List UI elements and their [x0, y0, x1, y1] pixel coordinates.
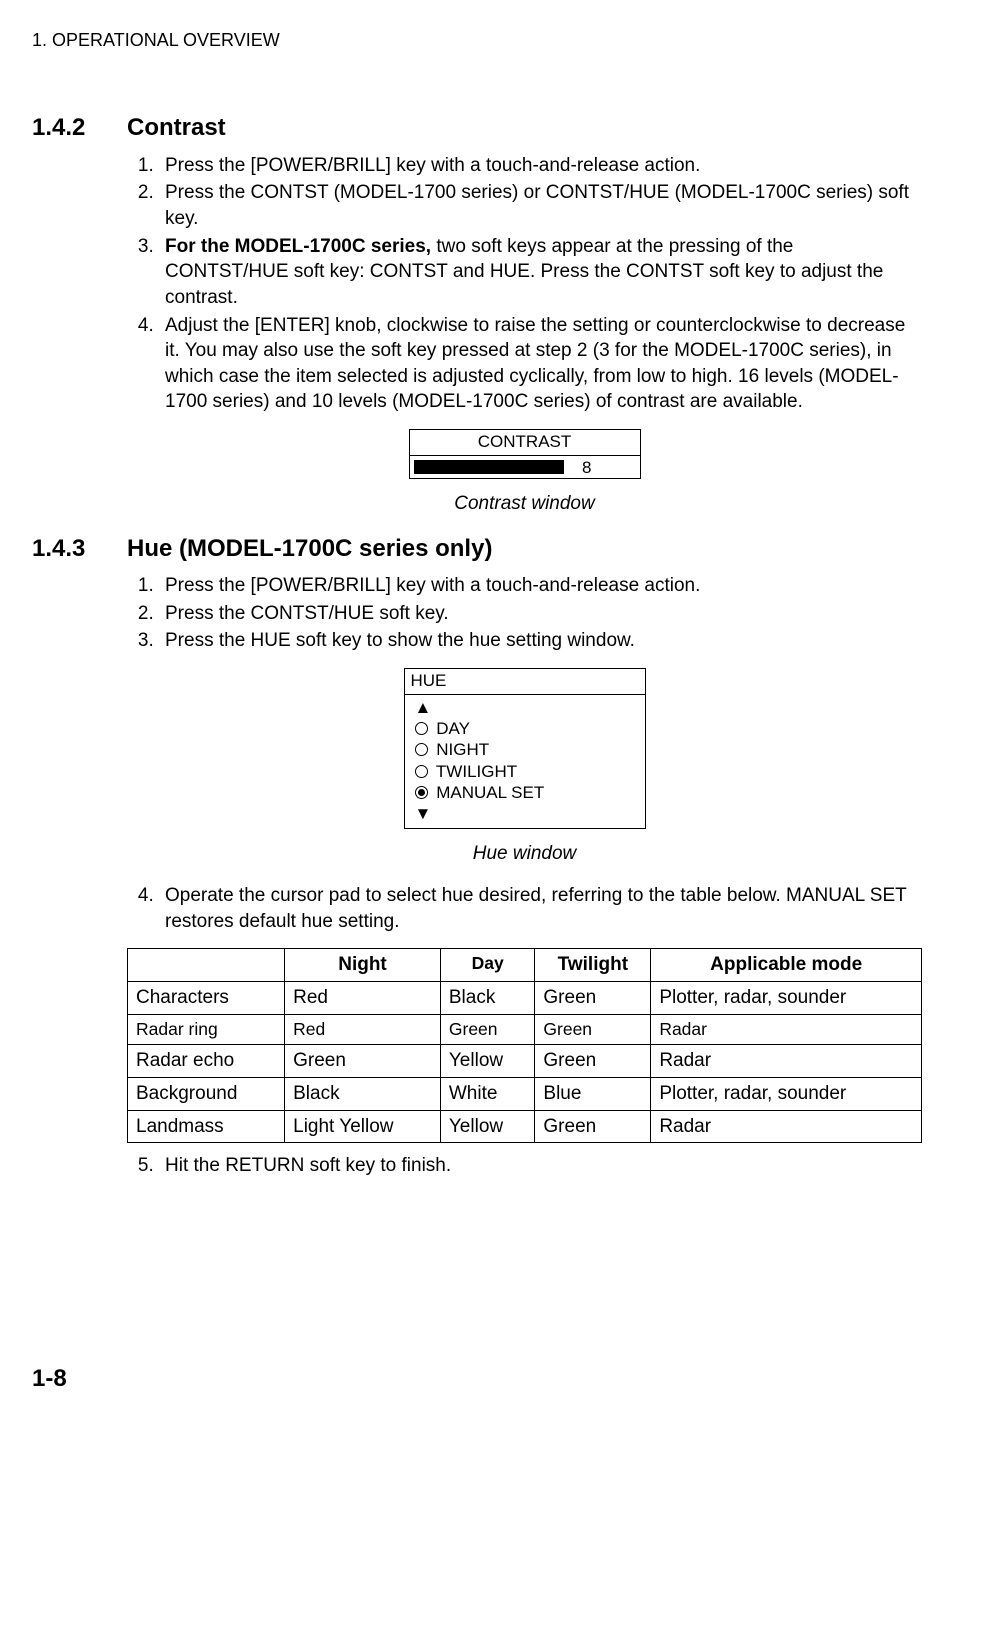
- step-item: Hit the RETURN soft key to finish.: [159, 1153, 922, 1179]
- radio-icon: [415, 722, 428, 735]
- hue-title: HUE: [405, 669, 645, 695]
- contrast-figure: CONTRAST 8: [127, 429, 922, 479]
- steps-list-143c: Hit the RETURN soft key to finish.: [127, 1153, 922, 1179]
- contrast-value: 8: [582, 457, 591, 480]
- heading-title: Hue (MODEL-1700C series only): [127, 535, 492, 562]
- hue-caption: Hue window: [127, 841, 922, 867]
- steps-list-143b: Operate the cursor pad to select hue des…: [127, 883, 922, 934]
- heading-num: 1.4.2: [32, 112, 127, 144]
- heading-title: Contrast: [127, 114, 226, 141]
- table-cell: Green: [535, 1045, 651, 1078]
- table-cell: Green: [440, 1014, 535, 1045]
- table-cell: Black: [440, 981, 535, 1014]
- table-header: Applicable mode: [651, 949, 922, 982]
- table-header: [128, 949, 285, 982]
- table-row: Radar echoGreenYellowGreenRadar: [128, 1045, 922, 1078]
- table-row: BackgroundBlackWhiteBluePlotter, radar, …: [128, 1077, 922, 1110]
- table-cell: Radar ring: [128, 1014, 285, 1045]
- hue-option: TWILIGHT: [415, 761, 637, 782]
- step-item: Press the CONTST/HUE soft key.: [159, 601, 922, 627]
- page-number: 1-8: [32, 1363, 67, 1395]
- radio-icon: [415, 743, 428, 756]
- table-cell: Radar: [651, 1014, 922, 1045]
- section-142-content: Press the [POWER/BRILL] key with a touch…: [127, 153, 922, 517]
- radio-icon: [415, 765, 428, 778]
- page-header: 1. OPERATIONAL OVERVIEW: [32, 28, 922, 52]
- scroll-up-icon: ▲: [415, 697, 637, 718]
- table-cell: Black: [285, 1077, 441, 1110]
- table-cell: Green: [535, 981, 651, 1014]
- hue-option: NIGHT: [415, 739, 637, 760]
- table-cell: Radar: [651, 1045, 922, 1078]
- scroll-down-icon: ▼: [415, 803, 637, 824]
- step-item: Operate the cursor pad to select hue des…: [159, 883, 922, 934]
- table-cell: Red: [285, 981, 441, 1014]
- table-row: Radar ringRedGreenGreenRadar: [128, 1014, 922, 1045]
- hue-option: MANUAL SET: [415, 782, 637, 803]
- step-item: Adjust the [ENTER] knob, clockwise to ra…: [159, 313, 922, 416]
- table-row: CharactersRedBlackGreenPlotter, radar, s…: [128, 981, 922, 1014]
- table-cell: Characters: [128, 981, 285, 1014]
- table-cell: Radar: [651, 1110, 922, 1143]
- table-header: Twilight: [535, 949, 651, 982]
- heading-142: 1.4.2Contrast: [32, 112, 922, 144]
- hue-table: NightDayTwilightApplicable modeCharacter…: [127, 948, 922, 1143]
- table-cell: Landmass: [128, 1110, 285, 1143]
- contrast-title: CONTRAST: [410, 430, 640, 456]
- table-cell: Green: [535, 1014, 651, 1045]
- table-cell: Radar echo: [128, 1045, 285, 1078]
- step-item: Press the [POWER/BRILL] key with a touch…: [159, 153, 922, 179]
- hue-figure: HUE ▲ DAY NIGHT TWILIGHT MANUAL SET▼: [127, 668, 922, 829]
- table-cell: Green: [535, 1110, 651, 1143]
- steps-list-143a: Press the [POWER/BRILL] key with a touch…: [127, 573, 922, 654]
- heading-num: 1.4.3: [32, 533, 127, 565]
- contrast-caption: Contrast window: [127, 491, 922, 517]
- table-cell: Plotter, radar, sounder: [651, 1077, 922, 1110]
- table-cell: Yellow: [440, 1110, 535, 1143]
- hue-option: DAY: [415, 718, 637, 739]
- table-cell: Blue: [535, 1077, 651, 1110]
- step-item: For the MODEL-1700C series, two soft key…: [159, 234, 922, 311]
- radio-icon: [415, 786, 428, 799]
- table-row: LandmassLight YellowYellowGreenRadar: [128, 1110, 922, 1143]
- step-item: Press the CONTST (MODEL-1700 series) or …: [159, 180, 922, 231]
- heading-143: 1.4.3Hue (MODEL-1700C series only): [32, 533, 922, 565]
- contrast-window: CONTRAST 8: [409, 429, 641, 479]
- table-cell: Light Yellow: [285, 1110, 441, 1143]
- step-item: Press the HUE soft key to show the hue s…: [159, 628, 922, 654]
- table-cell: Background: [128, 1077, 285, 1110]
- step-item: Press the [POWER/BRILL] key with a touch…: [159, 573, 922, 599]
- table-header: Night: [285, 949, 441, 982]
- table-cell: Plotter, radar, sounder: [651, 981, 922, 1014]
- table-header: Day: [440, 949, 535, 982]
- table-cell: Yellow: [440, 1045, 535, 1078]
- section-143-content: Press the [POWER/BRILL] key with a touch…: [127, 573, 922, 1179]
- table-cell: White: [440, 1077, 535, 1110]
- hue-window: HUE ▲ DAY NIGHT TWILIGHT MANUAL SET▼: [404, 668, 646, 829]
- table-cell: Red: [285, 1014, 441, 1045]
- table-cell: Green: [285, 1045, 441, 1078]
- contrast-bar: [414, 460, 564, 474]
- steps-list-142: Press the [POWER/BRILL] key with a touch…: [127, 153, 922, 415]
